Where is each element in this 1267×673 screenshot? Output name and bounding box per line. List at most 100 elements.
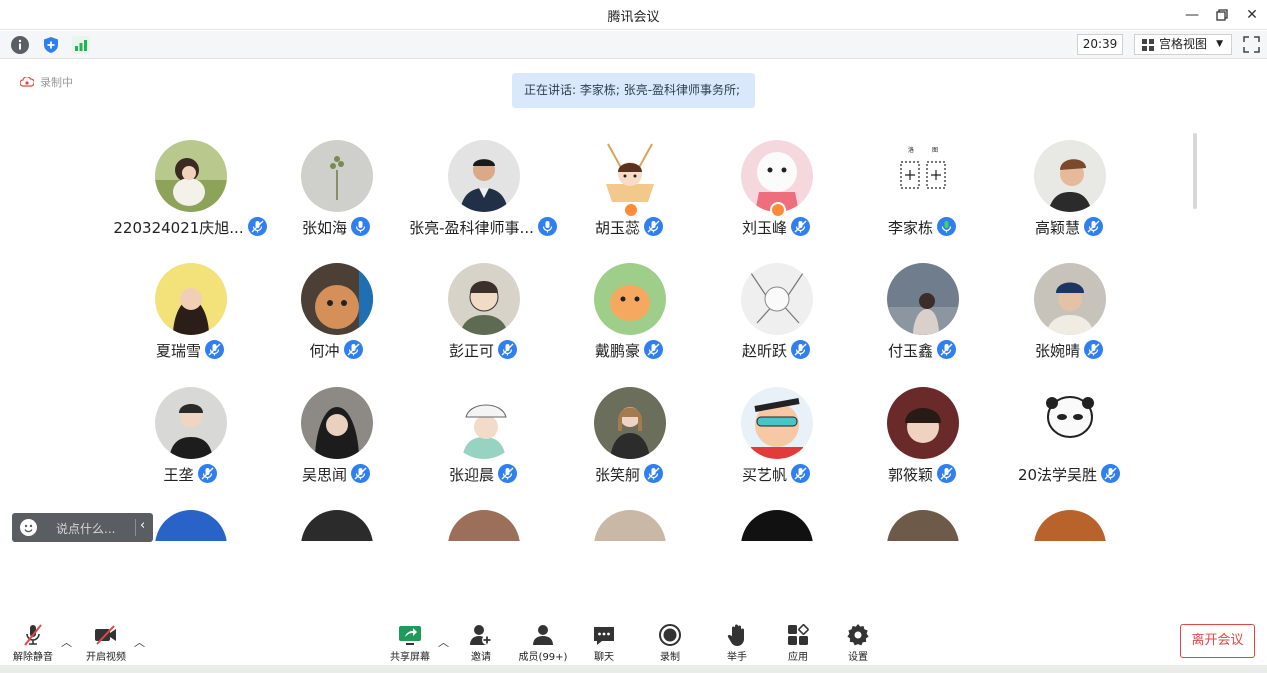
microphone-icon [205, 340, 224, 359]
participant-avatar [448, 140, 520, 212]
meeting-toolbar: 20:39 宫格视图 ▼ [0, 31, 1267, 59]
participant-avatar: 洛图 [887, 140, 959, 212]
meeting-clock: 20:39 [1077, 34, 1123, 55]
microphone-icon [1101, 464, 1121, 483]
participant-tile[interactable]: 张婉晴 [999, 253, 1139, 363]
participant-name: 郭筱颖 [887, 466, 933, 484]
view-mode-dropdown[interactable]: 宫格视图 ▼ [1134, 34, 1232, 55]
members-icon [531, 623, 555, 647]
chevron-left-icon[interactable]: ‹ [140, 518, 145, 533]
participant-name: 220324021庆旭... [113, 219, 244, 237]
start-video-button[interactable]: 开启视频 [76, 622, 136, 666]
host-badge-icon [770, 202, 786, 218]
taskbar-strip [0, 665, 1267, 673]
fullscreen-icon[interactable] [1243, 36, 1260, 53]
participant-avatar [887, 387, 959, 459]
record-button[interactable]: 录制 [640, 622, 700, 666]
grid-scrollbar[interactable] [1193, 133, 1197, 209]
leave-meeting-button[interactable]: 离开会议 [1180, 624, 1255, 658]
participant-avatar [301, 263, 373, 335]
record-icon [658, 623, 682, 647]
participant-name: 何冲 [309, 342, 340, 360]
participant-name: 赵昕跃 [741, 342, 787, 360]
minimize-icon[interactable]: — [1181, 4, 1203, 26]
info-icon[interactable] [11, 36, 29, 54]
settings-button[interactable]: 设置 [828, 622, 888, 666]
participant-tile[interactable] [706, 500, 846, 541]
microphone-muted-icon [21, 623, 45, 647]
invite-button[interactable]: 邀请 [451, 622, 511, 666]
microphone-icon [644, 217, 663, 236]
divider [135, 519, 136, 536]
participant-name: 付玉鑫 [887, 342, 933, 360]
grid-view-icon [1142, 39, 1154, 51]
participant-tile[interactable]: 20法学吴胜 [999, 377, 1139, 487]
microphone-icon [791, 340, 810, 359]
participant-avatar [887, 510, 959, 541]
participant-tile[interactable] [559, 500, 699, 541]
participant-name: 吴思闻 [301, 466, 347, 484]
unmute-label: 解除静音 [13, 652, 53, 663]
participant-avatar [887, 263, 959, 335]
gear-icon [846, 623, 870, 647]
title-bar: 腾讯会议 — ✕ [0, 0, 1267, 30]
bottom-control-bar: 解除静音 ︿ 开启视频 ︿ 共享屏幕 ︿ 邀请 成员(99+) 聊天 录制 举手… [0, 612, 1267, 673]
recording-label: 录制中 [40, 76, 73, 89]
participant-tile[interactable] [266, 500, 406, 541]
participant-name: 20法学吴胜 [1017, 466, 1098, 484]
participant-name: 夏瑞雪 [155, 342, 201, 360]
cloud-record-icon [19, 76, 35, 87]
chat-quick-input[interactable]: 说点什么... ‹ [12, 513, 153, 542]
participant-name: 张迎晨 [448, 466, 494, 484]
microphone-icon [498, 340, 517, 359]
participant-tile[interactable] [413, 500, 553, 541]
svg-text:图: 图 [932, 147, 938, 154]
participant-avatar [594, 510, 666, 541]
participant-tile[interactable]: 高颖慧 [999, 130, 1139, 240]
participant-avatar [301, 510, 373, 541]
participant-name: 戴鹏豪 [594, 342, 640, 360]
signal-icon[interactable] [72, 36, 90, 54]
participant-name: 李家栋 [887, 219, 933, 237]
chat-placeholder: 说点什么... [56, 522, 116, 536]
share-screen-button[interactable]: 共享屏幕 [380, 622, 440, 666]
share-screen-icon [398, 623, 422, 647]
emoji-icon[interactable] [20, 519, 37, 536]
video-off-icon [94, 623, 118, 647]
microphone-icon [937, 340, 956, 359]
microphone-icon [498, 464, 517, 483]
participant-avatar [741, 387, 813, 459]
participant-name: 彭正可 [448, 342, 494, 360]
share-screen-label: 共享屏幕 [390, 652, 430, 663]
participant-avatar [448, 387, 520, 459]
microphone-icon [791, 217, 810, 236]
participant-tile[interactable] [999, 500, 1139, 541]
participant-avatar [1034, 263, 1106, 335]
security-shield-icon[interactable] [42, 36, 60, 54]
svg-text:洛: 洛 [908, 146, 914, 154]
view-mode-label: 宫格视图 [1159, 37, 1208, 51]
participant-avatar [741, 510, 813, 541]
participant-avatar [448, 263, 520, 335]
unmute-button[interactable]: 解除静音 [3, 622, 63, 666]
settings-label: 设置 [848, 652, 868, 663]
chat-bubble-icon [592, 623, 616, 647]
microphone-icon [351, 217, 370, 236]
chevron-up-icon[interactable]: ︿ [134, 634, 145, 650]
participant-name: 刘玉峰 [741, 219, 787, 237]
participant-tile[interactable] [852, 500, 992, 541]
participant-avatar [301, 387, 373, 459]
microphone-icon [644, 464, 663, 483]
participant-avatar [155, 140, 227, 212]
host-badge-icon [623, 202, 639, 218]
window-title: 腾讯会议 [607, 10, 660, 25]
participant-grid: 220324021庆旭... 张如海 张亮-盈科律师事... 胡玉蕊 刘玉峰 洛… [0, 130, 1190, 541]
participant-avatar [594, 387, 666, 459]
chat-button[interactable]: 聊天 [574, 622, 634, 666]
participant-name: 胡玉蕊 [594, 219, 640, 237]
microphone-icon [1084, 340, 1103, 359]
close-icon[interactable]: ✕ [1241, 4, 1263, 26]
restore-icon[interactable] [1211, 4, 1233, 26]
participant-name: 买艺帆 [741, 466, 787, 484]
microphone-icon [644, 340, 663, 359]
